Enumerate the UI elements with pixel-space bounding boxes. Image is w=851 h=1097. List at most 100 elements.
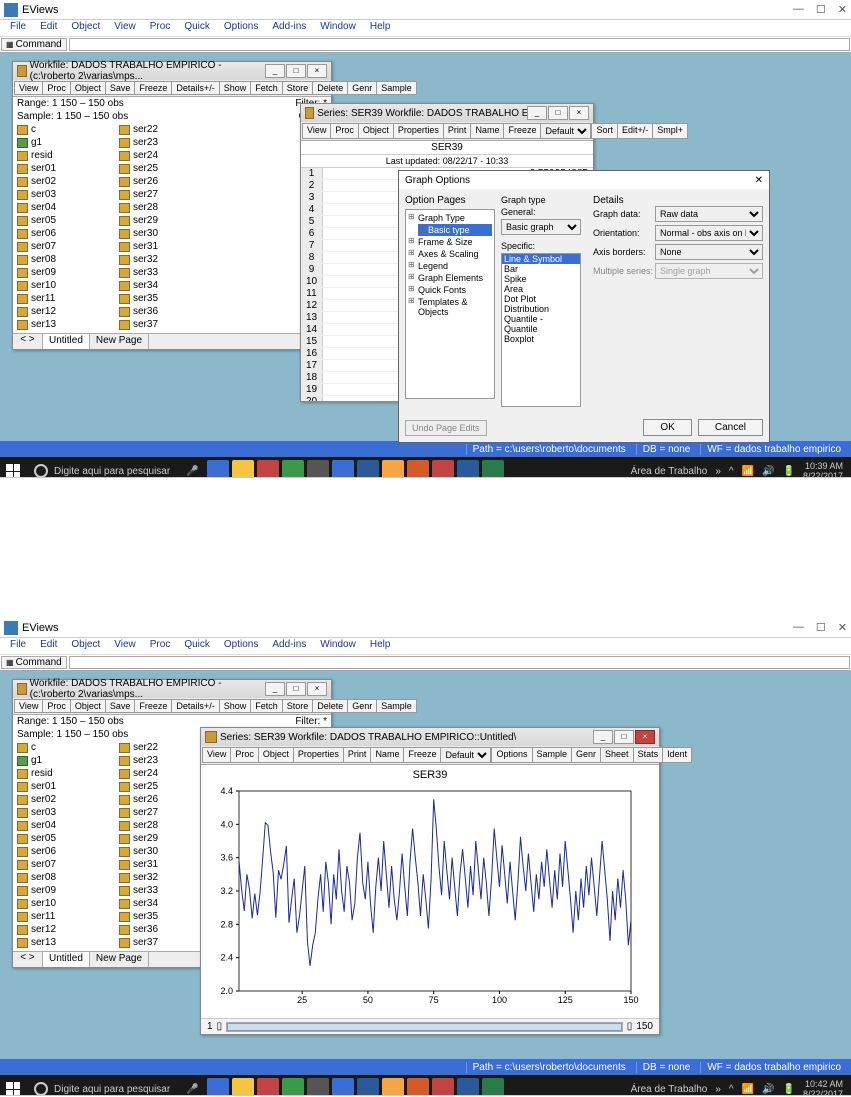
menu-view[interactable]: View	[108, 20, 142, 36]
tree-item[interactable]: Templates & Objects	[408, 296, 492, 318]
wf-object[interactable]: ser08	[13, 253, 115, 266]
wf-object[interactable]: ser22	[115, 123, 217, 136]
wf-object[interactable]: ser32	[115, 253, 217, 266]
taskbar-app-icon[interactable]	[257, 460, 279, 478]
maximize-button[interactable]: ☐	[816, 3, 826, 16]
wf-object[interactable]: ser37	[115, 318, 217, 331]
taskbar-app-icon[interactable]	[207, 1078, 229, 1096]
list-item[interactable]: Boxplot	[502, 334, 580, 344]
wf-object[interactable]: ser12	[13, 305, 115, 318]
minimize-button[interactable]: —	[793, 3, 804, 16]
cancel-button[interactable]: Cancel	[698, 419, 763, 436]
wf-freeze[interactable]: Freeze	[134, 699, 172, 713]
wf-object[interactable]: ser11	[13, 910, 115, 923]
taskbar-app-icon[interactable]	[482, 460, 504, 478]
search-box[interactable]: Digite aqui para pesquisar	[26, 1082, 178, 1096]
maximize-button[interactable]: □	[286, 682, 306, 696]
tab-nav[interactable]: < >	[13, 334, 43, 349]
tray-chevron-icon[interactable]: »	[715, 1084, 721, 1095]
wf-details[interactable]: Details+/-	[171, 699, 219, 713]
wf-view[interactable]: View	[14, 699, 43, 713]
menu-edit[interactable]: Edit	[34, 20, 63, 36]
menu-window[interactable]: Window	[314, 638, 362, 654]
taskbar-app-icon[interactable]	[432, 1078, 454, 1096]
wf-object[interactable]: ser03	[13, 188, 115, 201]
ser-name[interactable]: Name	[470, 123, 504, 139]
ser-name[interactable]: Name	[370, 747, 404, 763]
wf-proc[interactable]: Proc	[42, 81, 71, 95]
tray-up-icon[interactable]: ^	[729, 1084, 734, 1095]
ser-object[interactable]: Object	[358, 123, 394, 139]
ser-print[interactable]: Print	[443, 123, 472, 139]
network-icon[interactable]: 📶	[742, 466, 754, 477]
ser-sheet[interactable]: Sheet	[600, 747, 634, 763]
wf-object[interactable]: ser27	[115, 188, 217, 201]
general-select[interactable]: Basic graph	[501, 219, 581, 235]
command-input[interactable]	[69, 656, 850, 669]
maximize-button[interactable]: ☐	[816, 621, 826, 634]
menu-object[interactable]: Object	[65, 638, 106, 654]
menu-add-ins[interactable]: Add-ins	[266, 638, 312, 654]
taskbar-app-icon[interactable]	[482, 1078, 504, 1096]
ser-stats[interactable]: Stats	[633, 747, 664, 763]
menu-help[interactable]: Help	[364, 20, 397, 36]
wf-object[interactable]: ser30	[115, 227, 217, 240]
wf-object[interactable]: ser34	[115, 279, 217, 292]
start-button[interactable]	[6, 464, 20, 478]
wf-details[interactable]: Details+/-	[171, 81, 219, 95]
maximize-button[interactable]: □	[548, 106, 568, 120]
series-titlebar[interactable]: Series: SER39 Workfile: DADOS TRABALHO E…	[201, 728, 659, 746]
ser-sort[interactable]: Sort	[591, 123, 618, 139]
wf-object[interactable]: Object	[70, 699, 106, 713]
wf-object[interactable]: ser07	[13, 858, 115, 871]
wf-object[interactable]: resid	[13, 149, 115, 162]
graph-data-select[interactable]: Raw data	[655, 206, 763, 222]
undo-page-edits-button[interactable]: Undo Page Edits	[405, 420, 487, 436]
wf-object[interactable]: ser13	[13, 936, 115, 949]
wf-object[interactable]: ser12	[13, 923, 115, 936]
tree-item[interactable]: Graph Elements	[408, 272, 492, 284]
ser-properties[interactable]: Properties	[393, 123, 444, 139]
minimize-button[interactable]: _	[265, 682, 285, 696]
minimize-button[interactable]: —	[793, 621, 804, 634]
minimize-button[interactable]: _	[527, 106, 547, 120]
tab-untitled[interactable]: Untitled	[43, 952, 90, 967]
list-item[interactable]: Distribution	[502, 304, 580, 314]
workfile-titlebar[interactable]: Workfile: DADOS TRABALHO EMPIRICO - (c:\…	[13, 680, 331, 698]
wf-store[interactable]: Store	[282, 699, 314, 713]
clock[interactable]: 10:42 AM 8/22/2017	[803, 1079, 843, 1096]
tab-new-page[interactable]: New Page	[90, 334, 149, 349]
menu-file[interactable]: File	[4, 20, 32, 36]
maximize-button[interactable]: □	[614, 730, 634, 744]
taskbar-app-icon[interactable]	[332, 1078, 354, 1096]
wf-object[interactable]: ser04	[13, 819, 115, 832]
taskbar-app-icon[interactable]	[282, 460, 304, 478]
wf-save[interactable]: Save	[105, 699, 136, 713]
wf-object[interactable]: ser09	[13, 266, 115, 279]
wf-delete[interactable]: Delete	[312, 81, 348, 95]
wf-object[interactable]: ser01	[13, 780, 115, 793]
tab-nav[interactable]: < >	[13, 952, 43, 967]
wf-object[interactable]: ser35	[115, 292, 217, 305]
taskbar-app-icon[interactable]	[382, 460, 404, 478]
wf-object[interactable]: ser06	[13, 845, 115, 858]
taskbar-app-icon[interactable]	[307, 460, 329, 478]
taskbar-app-icon[interactable]	[407, 460, 429, 478]
dialog-titlebar[interactable]: Graph Options ✕	[399, 171, 769, 189]
wf-object[interactable]: ser29	[115, 214, 217, 227]
menu-edit[interactable]: Edit	[34, 638, 63, 654]
wf-object[interactable]: ser31	[115, 240, 217, 253]
tray-up-icon[interactable]: ^	[729, 466, 734, 477]
menu-object[interactable]: Object	[65, 20, 106, 36]
list-item[interactable]: Line & Symbol	[502, 254, 580, 264]
wf-object[interactable]: ser01	[13, 162, 115, 175]
tree-item[interactable]: Axes & Scaling	[408, 248, 492, 260]
menu-options[interactable]: Options	[218, 20, 264, 36]
wf-fetch[interactable]: Fetch	[250, 699, 283, 713]
wf-delete[interactable]: Delete	[312, 699, 348, 713]
list-item[interactable]: Spike	[502, 274, 580, 284]
wf-object[interactable]: ser28	[115, 201, 217, 214]
wf-object[interactable]: ser08	[13, 871, 115, 884]
search-box[interactable]: Digite aqui para pesquisar	[26, 464, 178, 478]
battery-icon[interactable]: 🔋	[783, 466, 795, 477]
